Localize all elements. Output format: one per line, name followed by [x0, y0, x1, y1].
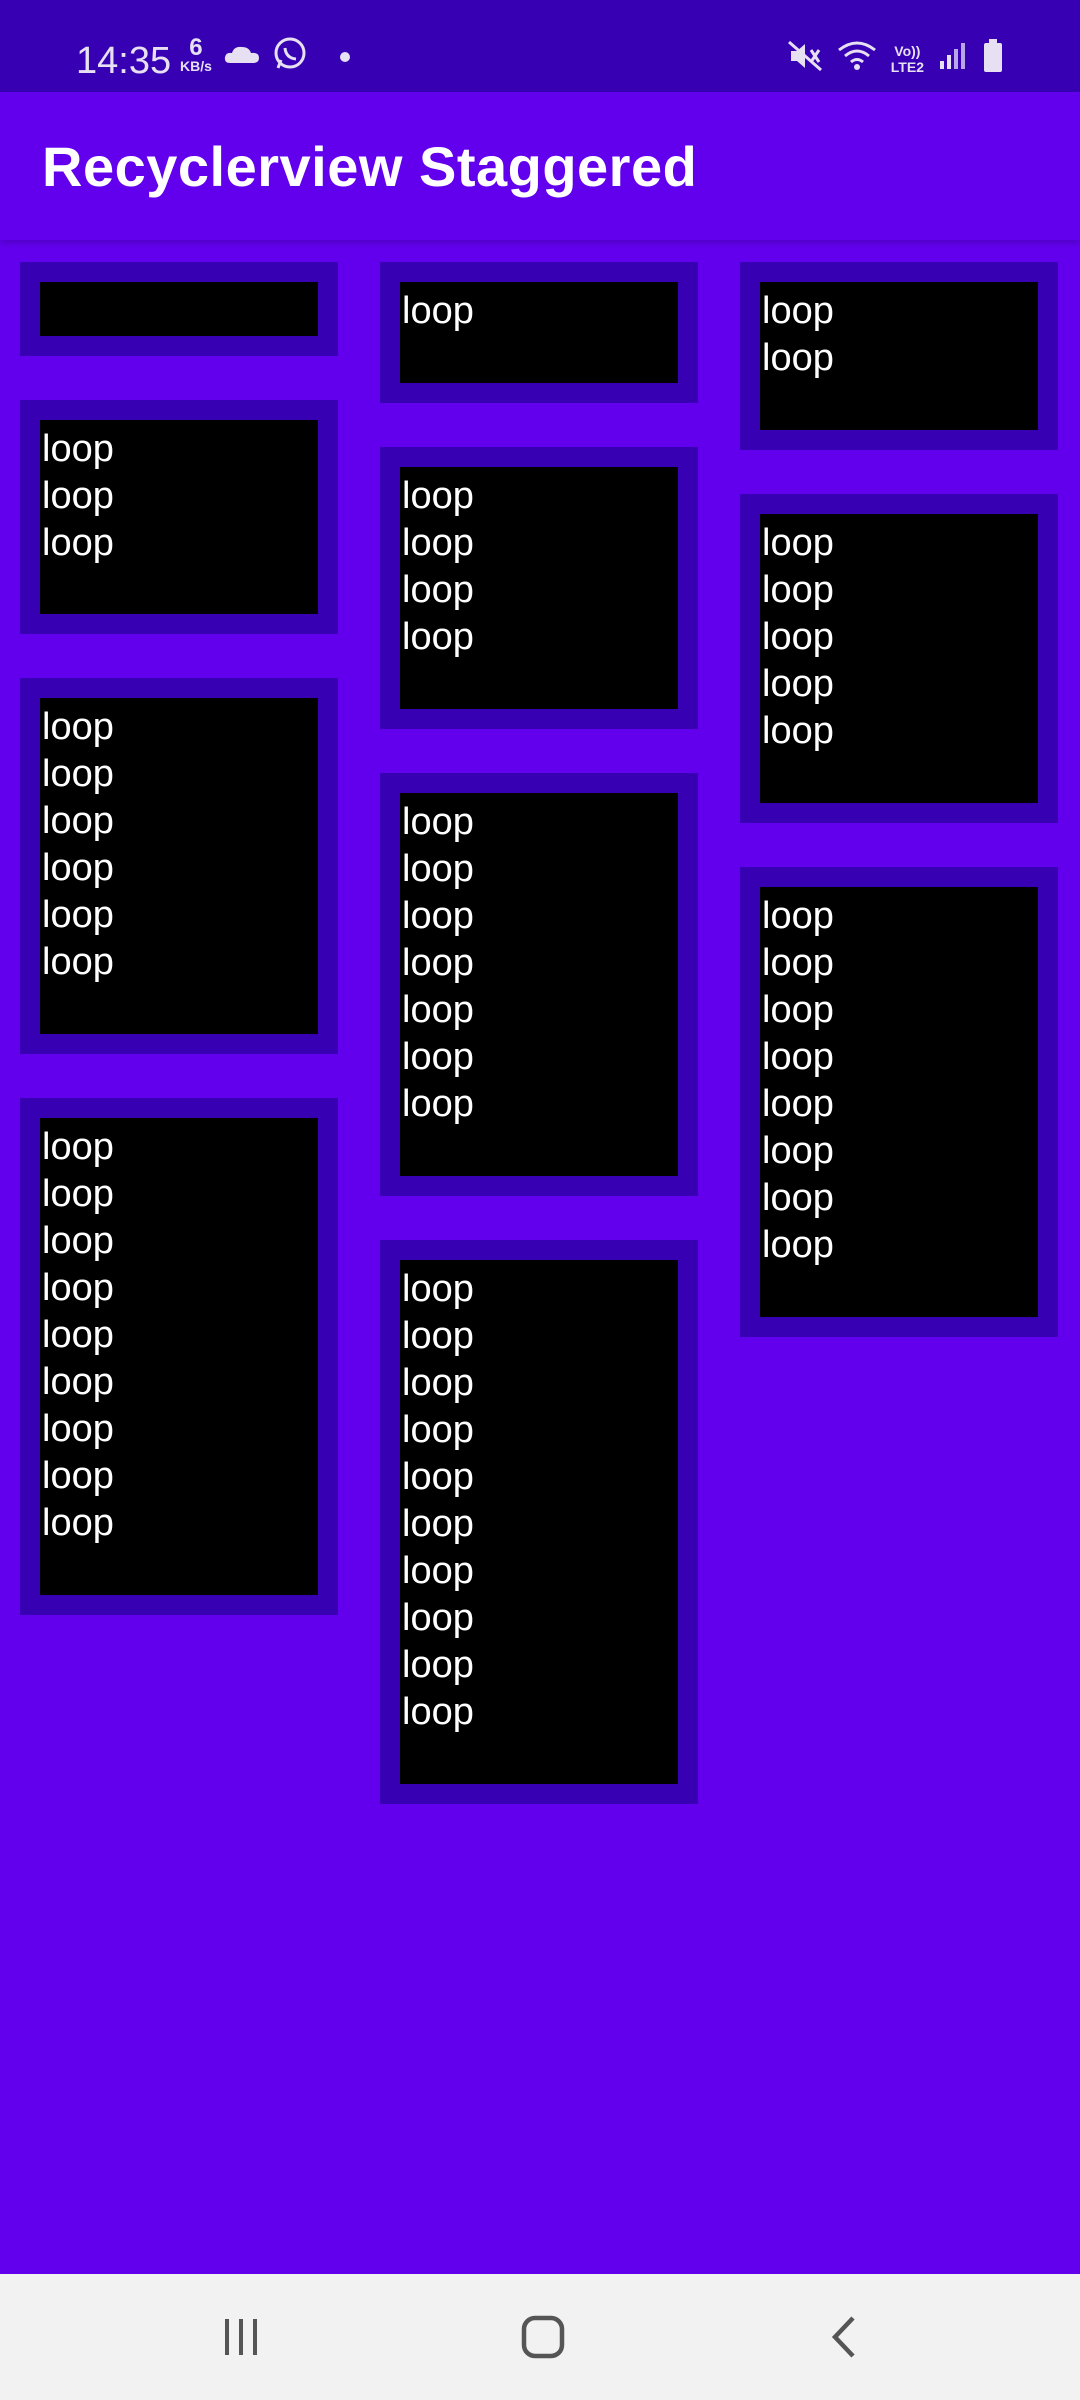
grid-item-content: loop loop [760, 282, 1038, 430]
volte-label: Vo)) [894, 42, 921, 59]
grid-item-text: loop loop loop loop loop loop loop [402, 801, 474, 1125]
grid-item-content [40, 282, 318, 336]
page-title: Recyclerview Staggered [42, 135, 698, 198]
grid-item-content: loop loop loop loop loop [760, 514, 1038, 803]
app-bar: Recyclerview Staggered [0, 92, 1080, 240]
grid-item[interactable]: loop loop loop loop loop [740, 494, 1058, 823]
back-icon [825, 2314, 865, 2365]
grid-item[interactable]: loop loop loop loop loop loop loop loop [740, 867, 1058, 1337]
grid-item[interactable]: loop loop loop loop [380, 447, 698, 729]
cloud-icon [224, 43, 260, 70]
grid-item-content: loop [400, 282, 678, 383]
grid-column-1: loop loop loop loop loop loop loop loop … [20, 262, 338, 1615]
grid-item[interactable]: loop loop loop loop loop loop loop [380, 773, 698, 1196]
network-type: Vo)) LTE2 [891, 43, 924, 75]
notification-dot [339, 51, 350, 62]
back-button[interactable] [800, 2304, 890, 2374]
home-button[interactable] [498, 2304, 588, 2374]
grid-item[interactable]: loop loop [740, 262, 1058, 450]
grid-item-content: loop loop loop loop loop loop loop [400, 793, 678, 1176]
grid-item[interactable]: loop loop loop loop loop loop [20, 678, 338, 1054]
grid-item-content: loop loop loop loop loop loop loop loop [760, 887, 1038, 1317]
grid-item-content: loop loop loop loop loop loop loop loop … [400, 1260, 678, 1784]
grid-item-text: loop loop loop loop loop loop loop loop … [42, 1126, 114, 1544]
network-speed-value: 6 [189, 33, 203, 61]
grid-item-content: loop loop loop loop [400, 467, 678, 709]
grid-item-text: loop loop loop loop loop loop [42, 706, 114, 983]
grid-item[interactable]: loop [380, 262, 698, 403]
grid-item-text: loop loop loop loop loop [762, 522, 834, 752]
wifi-icon [837, 40, 877, 77]
grid-item-text: loop [402, 290, 474, 332]
status-time: 14:35 [76, 40, 172, 82]
grid-item-content: loop loop loop loop loop loop [40, 698, 318, 1034]
home-icon [520, 2314, 566, 2365]
grid-item[interactable] [20, 262, 338, 356]
grid-column-3: loop loop loop loop loop loop loop loop … [740, 262, 1058, 1337]
grid-item-text: loop loop loop [42, 428, 114, 564]
lte-label: LTE2 [890, 58, 924, 75]
status-right-icons: Vo)) LTE2 [787, 38, 1004, 79]
grid-item[interactable]: loop loop loop loop loop loop loop loop … [20, 1098, 338, 1615]
battery-icon [982, 38, 1004, 79]
recents-button[interactable] [196, 2304, 286, 2374]
grid-item-text: loop loop loop loop loop loop loop loop [762, 895, 834, 1266]
recents-icon [219, 2315, 263, 2364]
network-speed-unit: KB/s [180, 57, 212, 74]
status-bar: 14:35 6 KB/s Vo)) LTE2 [0, 0, 1080, 92]
grid-column-2: loop loop loop loop loop loop loop loop … [380, 262, 698, 1804]
grid-item-text: loop loop loop loop loop loop loop loop … [402, 1268, 474, 1733]
system-nav-bar [0, 2274, 1080, 2400]
grid-item-text: loop loop loop loop [402, 475, 474, 658]
grid-item[interactable]: loop loop loop loop loop loop loop loop … [380, 1240, 698, 1804]
grid-item-content: loop loop loop loop loop loop loop loop … [40, 1118, 318, 1595]
grid-item-content: loop loop loop [40, 420, 318, 614]
mute-icon [787, 40, 823, 77]
status-left-icons: 6 KB/s [180, 33, 350, 77]
network-speed: 6 KB/s [180, 33, 212, 75]
grid-item[interactable]: loop loop loop [20, 400, 338, 634]
grid-item-text: loop loop [762, 290, 834, 379]
signal-icon [938, 41, 968, 76]
whatsapp-icon [272, 36, 308, 77]
